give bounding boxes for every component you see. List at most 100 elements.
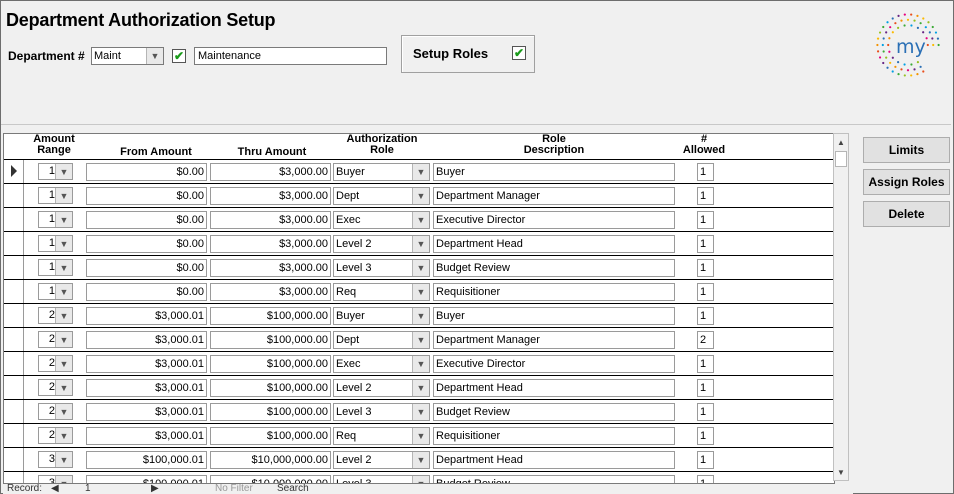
from-amount-field[interactable]: $3,000.01 (86, 379, 207, 397)
record-selector[interactable] (4, 376, 24, 399)
record-selector[interactable] (4, 448, 24, 471)
authorization-role-select[interactable]: Buyer ▼ (333, 163, 430, 181)
chevron-down-icon[interactable]: ▼ (412, 212, 429, 228)
table-row[interactable]: 2 ▼ $3,000.01 $100,000.00 Dept ▼ Department Ma… (4, 327, 834, 351)
chevron-down-icon[interactable]: ▼ (55, 212, 72, 227)
authorization-role-select[interactable]: Exec ▼ (333, 355, 430, 373)
limits-button[interactable]: Limits (863, 137, 950, 163)
from-amount-field[interactable]: $3,000.01 (86, 403, 207, 421)
scroll-down-icon[interactable]: ▼ (834, 464, 848, 480)
role-description-field[interactable]: Requisitioner (433, 283, 675, 301)
record-number-field[interactable]: 1 (85, 484, 91, 494)
role-description-field[interactable]: Requisitioner (433, 427, 675, 445)
role-description-field[interactable]: Department Head (433, 451, 675, 469)
amount-range-select[interactable]: 3 ▼ (38, 451, 73, 468)
chevron-down-icon[interactable]: ▼ (146, 48, 163, 64)
amount-range-select[interactable]: 2 ▼ (38, 331, 73, 348)
chevron-down-icon[interactable]: ▼ (55, 260, 72, 275)
search-field[interactable]: Search (277, 484, 309, 494)
from-amount-field[interactable]: $0.00 (86, 259, 207, 277)
role-description-field[interactable]: Budget Review (433, 403, 675, 421)
authorization-role-select[interactable]: Dept ▼ (333, 187, 430, 205)
chevron-down-icon[interactable]: ▼ (412, 308, 429, 324)
record-selector[interactable] (4, 304, 24, 327)
role-description-field[interactable]: Department Manager (433, 331, 675, 349)
record-selector[interactable] (4, 184, 24, 207)
role-description-field[interactable]: Buyer (433, 163, 675, 181)
amount-range-select[interactable]: 1 ▼ (38, 259, 73, 276)
thru-amount-field[interactable]: $3,000.00 (210, 211, 331, 229)
from-amount-field[interactable]: $0.00 (86, 211, 207, 229)
role-description-field[interactable]: Executive Director (433, 211, 675, 229)
table-row[interactable]: 1 ▼ $0.00 $3,000.00 Exec ▼ Executive Director 1 (4, 207, 834, 231)
record-selector[interactable] (4, 472, 24, 483)
chevron-down-icon[interactable]: ▼ (412, 284, 429, 300)
authorization-role-select[interactable]: Level 3 ▼ (333, 259, 430, 277)
from-amount-field[interactable]: $100,000.01 (86, 475, 207, 483)
allowed-count-field[interactable]: 1 (697, 307, 714, 325)
from-amount-field[interactable]: $3,000.01 (86, 307, 207, 325)
allowed-count-field[interactable]: 1 (697, 235, 714, 253)
chevron-down-icon[interactable]: ▼ (412, 428, 429, 444)
record-selector[interactable] (4, 160, 24, 183)
record-selector[interactable] (4, 400, 24, 423)
chevron-down-icon[interactable]: ▼ (412, 452, 429, 468)
thru-amount-field[interactable]: $3,000.00 (210, 163, 331, 181)
allowed-count-field[interactable]: 1 (697, 427, 714, 445)
authorization-role-select[interactable]: Req ▼ (333, 283, 430, 301)
amount-range-select[interactable]: 2 ▼ (38, 379, 73, 396)
thru-amount-field[interactable]: $100,000.00 (210, 403, 331, 421)
chevron-down-icon[interactable]: ▼ (55, 476, 72, 483)
role-description-field[interactable]: Executive Director (433, 355, 675, 373)
allowed-count-field[interactable]: 1 (697, 379, 714, 397)
thru-amount-field[interactable]: $100,000.00 (210, 427, 331, 445)
from-amount-field[interactable]: $0.00 (86, 235, 207, 253)
amount-range-select[interactable]: 3 ▼ (38, 475, 73, 483)
chevron-down-icon[interactable]: ▼ (55, 284, 72, 299)
allowed-count-field[interactable]: 1 (697, 451, 714, 469)
allowed-count-field[interactable]: 1 (697, 475, 714, 483)
chevron-down-icon[interactable]: ▼ (55, 380, 72, 395)
chevron-down-icon[interactable]: ▼ (412, 236, 429, 252)
table-row[interactable]: 2 ▼ $3,000.01 $100,000.00 Exec ▼ Executive Dir… (4, 351, 834, 375)
department-name-field[interactable]: Maintenance (194, 47, 387, 65)
allowed-count-field[interactable]: 1 (697, 211, 714, 229)
table-row[interactable]: 3 ▼ $100,000.01 $10,000,000.00 Level 3 ▼ Budge… (4, 471, 834, 483)
authorization-role-select[interactable]: Level 3 ▼ (333, 403, 430, 421)
department-checkbox[interactable]: ✔ (172, 49, 186, 63)
allowed-count-field[interactable]: 2 (697, 331, 714, 349)
delete-button[interactable]: Delete (863, 201, 950, 227)
authorization-role-select[interactable]: Buyer ▼ (333, 307, 430, 325)
authorization-role-select[interactable]: Req ▼ (333, 427, 430, 445)
thru-amount-field[interactable]: $3,000.00 (210, 187, 331, 205)
chevron-down-icon[interactable]: ▼ (55, 308, 72, 323)
allowed-count-field[interactable]: 1 (697, 403, 714, 421)
chevron-down-icon[interactable]: ▼ (55, 188, 72, 203)
from-amount-field[interactable]: $3,000.01 (86, 427, 207, 445)
record-selector[interactable] (4, 256, 24, 279)
table-row[interactable]: 1 ▼ $0.00 $3,000.00 Dept ▼ Department Manager 1 (4, 183, 834, 207)
chevron-down-icon[interactable]: ▼ (412, 380, 429, 396)
thru-amount-field[interactable]: $3,000.00 (210, 259, 331, 277)
thru-amount-field[interactable]: $3,000.00 (210, 283, 331, 301)
allowed-count-field[interactable]: 1 (697, 283, 714, 301)
amount-range-select[interactable]: 2 ▼ (38, 403, 73, 420)
record-selector[interactable] (4, 424, 24, 447)
from-amount-field[interactable]: $3,000.01 (86, 331, 207, 349)
table-row[interactable]: 1 ▼ $0.00 $3,000.00 Req ▼ Requisitioner 1 (4, 279, 834, 303)
chevron-down-icon[interactable]: ▼ (55, 452, 72, 467)
authorization-role-select[interactable]: Exec ▼ (333, 211, 430, 229)
role-description-field[interactable]: Buyer (433, 307, 675, 325)
authorization-role-select[interactable]: Level 2 ▼ (333, 235, 430, 253)
from-amount-field[interactable]: $0.00 (86, 283, 207, 301)
authorization-role-select[interactable]: Level 2 ▼ (333, 379, 430, 397)
chevron-down-icon[interactable]: ▼ (412, 332, 429, 348)
allowed-count-field[interactable]: 1 (697, 187, 714, 205)
thru-amount-field[interactable]: $100,000.00 (210, 355, 331, 373)
authorization-role-select[interactable]: Level 2 ▼ (333, 451, 430, 469)
chevron-down-icon[interactable]: ▼ (55, 428, 72, 443)
next-record-icon[interactable]: ▶ (151, 484, 159, 494)
table-row[interactable]: 2 ▼ $3,000.01 $100,000.00 Level 2 ▼ Department… (4, 375, 834, 399)
table-row[interactable]: 2 ▼ $3,000.01 $100,000.00 Req ▼ Requisitioner 1 (4, 423, 834, 447)
role-description-field[interactable]: Budget Review (433, 259, 675, 277)
